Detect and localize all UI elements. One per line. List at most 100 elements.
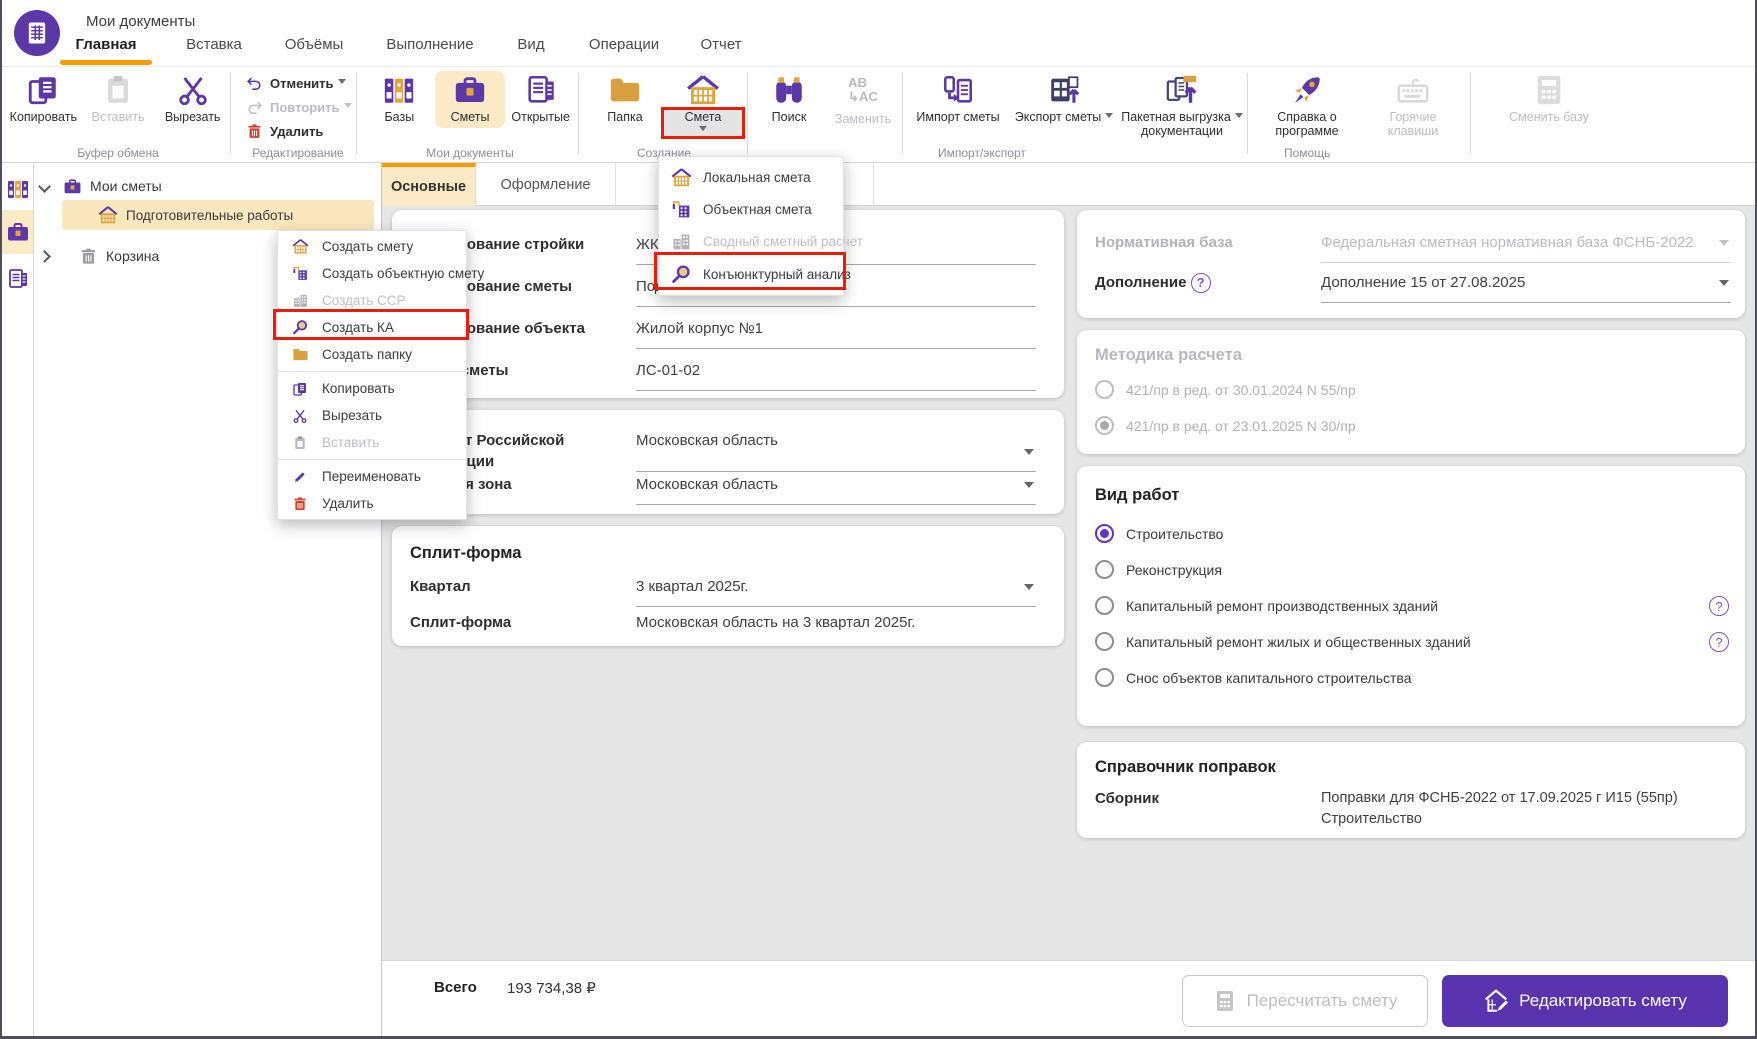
methodology-option-30pr[interactable]: 421/пр в ред. от 23.01.2025 N 30/пр xyxy=(1095,416,1705,435)
corrections-title: Справочник поправок xyxy=(1095,758,1276,776)
replace-label: Заменить xyxy=(834,112,892,126)
context-create-folder[interactable]: Создать папку xyxy=(278,341,466,368)
estimate-house-icon xyxy=(98,205,118,225)
export-estimate-button[interactable]: Экспорт сметы xyxy=(1008,71,1120,138)
tree-item-my-estimates[interactable]: Мои сметы xyxy=(38,173,162,199)
batch-caret-icon[interactable] xyxy=(1234,113,1243,122)
dropdown-caret-icon[interactable] xyxy=(1719,280,1729,291)
normative-base-select[interactable]: Федеральная сметная нормативная база ФСН… xyxy=(1321,232,1731,263)
context-delete[interactable]: Удалить xyxy=(278,490,466,517)
rail-bases-icon[interactable] xyxy=(6,177,30,201)
hotkeys-button[interactable]: Горячие клавиши xyxy=(1370,71,1456,138)
bases-button[interactable]: Базы xyxy=(364,71,435,128)
radio-icon[interactable] xyxy=(1095,560,1114,579)
magnifier-icon xyxy=(671,264,692,285)
paste-button[interactable]: Вставить xyxy=(82,71,154,124)
replace-button[interactable]: AB ↳AC Заменить xyxy=(827,71,899,127)
menu-object-estimate[interactable]: Объектная смета xyxy=(659,193,843,225)
radio-icon[interactable] xyxy=(1095,596,1114,615)
redo-button[interactable]: Повторить xyxy=(246,95,356,119)
menu-tab-vid[interactable]: Вид xyxy=(517,36,544,53)
work-type-demolition[interactable]: Снос объектов капитального строительства xyxy=(1095,668,1705,687)
estimates-button[interactable]: Сметы xyxy=(434,71,506,128)
trash-icon xyxy=(79,247,98,266)
delete-button[interactable]: Удалить xyxy=(246,119,356,143)
work-type-residential-repair[interactable]: Капитальный ремонт жилых и общественных … xyxy=(1095,632,1705,651)
methodology-option-55pr[interactable]: 421/пр в ред. от 30.01.2024 N 55/пр xyxy=(1095,380,1705,399)
context-create-ka[interactable]: Создать КА xyxy=(278,314,466,341)
batch-export-button[interactable]: Пакетная выгрузка документации xyxy=(1120,71,1244,138)
program-help-button[interactable]: Справка о программе xyxy=(1264,71,1350,138)
rail-opendocs-icon[interactable] xyxy=(6,267,30,291)
menu-tab-otchet[interactable]: Отчет xyxy=(700,36,741,53)
estimate-split-button[interactable]: Смета xyxy=(661,71,745,139)
change-base-button[interactable]: Сменить базу xyxy=(1506,71,1592,124)
menu-summary-calc[interactable]: Сводный сметный расчет xyxy=(659,225,863,257)
open-docs-button[interactable]: Открытые xyxy=(505,71,576,128)
price-zone-select[interactable]: Московская область xyxy=(636,474,1036,505)
toolbar-group-editing: Отменить Повторить Удалить Редактировани… xyxy=(240,67,356,163)
toolbar: Копировать Вставить Вырезать Буфер обмен… xyxy=(2,67,1755,163)
folder-button[interactable]: Папка xyxy=(589,71,661,135)
chevron-right-icon[interactable] xyxy=(38,249,51,263)
menu-tab-obyomy[interactable]: Объёмы xyxy=(285,36,344,53)
context-cut[interactable]: Вырезать xyxy=(278,402,466,429)
edit-estimate-button[interactable]: Редактировать смету xyxy=(1442,975,1728,1027)
supplement-select[interactable]: Дополнение 15 от 27.08.2025 xyxy=(1321,272,1731,303)
quarter-select[interactable]: 3 квартал 2025г. xyxy=(636,576,1036,607)
search-button[interactable]: Поиск xyxy=(753,71,825,126)
tree-item-label: Мои сметы xyxy=(90,178,162,194)
import-estimate-button[interactable]: Импорт сметы xyxy=(908,71,1008,138)
cipher-field[interactable]: ЛС-01-02 xyxy=(636,360,1036,391)
cut-button[interactable]: Вырезать xyxy=(157,71,229,124)
context-paste[interactable]: Вставить xyxy=(278,429,466,456)
menu-market-analysis[interactable]: Конъюнктурный анализ xyxy=(659,257,851,291)
toolbar-divider xyxy=(902,73,903,154)
context-copy[interactable]: Копировать xyxy=(278,375,466,402)
work-type-industrial-repair[interactable]: Капитальный ремонт производственных здан… xyxy=(1095,596,1705,615)
paste-icon xyxy=(292,435,308,451)
recalculate-button[interactable]: Пересчитать смету xyxy=(1182,975,1428,1027)
context-rename[interactable]: Переименовать xyxy=(278,463,466,490)
card-work-type: Вид работ Строительство Реконструкция Ка… xyxy=(1077,466,1745,726)
radio-selected-icon[interactable] xyxy=(1095,524,1114,543)
context-create-estimate[interactable]: Создать смету xyxy=(278,233,466,260)
work-type-construction[interactable]: Строительство xyxy=(1095,524,1705,543)
rail-estimates-icon[interactable] xyxy=(6,220,30,244)
radio-selected-icon[interactable] xyxy=(1095,416,1114,435)
context-create-ssr[interactable]: Создать ССР xyxy=(278,287,466,314)
tree-item-selected[interactable]: Подготовительные работы xyxy=(62,200,374,230)
tab-osnovnye[interactable]: Основные xyxy=(382,163,476,206)
estimate-caret-icon[interactable] xyxy=(699,126,707,135)
help-question-icon[interactable]: ? xyxy=(1709,632,1729,652)
menu-tab-vypolnenie[interactable]: Выполнение xyxy=(386,36,473,53)
dropdown-caret-icon[interactable] xyxy=(1024,449,1034,460)
dropdown-caret-icon[interactable] xyxy=(1024,482,1034,493)
help-question-icon[interactable]: ? xyxy=(1190,272,1211,293)
left-rail xyxy=(2,163,34,1036)
work-type-reconstruction[interactable]: Реконструкция xyxy=(1095,560,1705,579)
object-name-field[interactable]: Жилой корпус №1 xyxy=(636,318,1036,349)
undo-button[interactable]: Отменить xyxy=(246,71,356,95)
menu-tab-operacii[interactable]: Операции xyxy=(589,36,659,53)
menu-tab-vstavka[interactable]: Вставка xyxy=(186,36,242,53)
radio-icon[interactable] xyxy=(1095,380,1114,399)
menu-tab-glavnaya[interactable]: Главная xyxy=(75,36,136,53)
radio-icon[interactable] xyxy=(1095,668,1114,687)
pencil-icon xyxy=(292,469,308,485)
copy-label: Копировать xyxy=(9,110,77,124)
radio-icon[interactable] xyxy=(1095,632,1114,651)
undo-caret-icon[interactable] xyxy=(337,78,346,88)
menu-local-estimate[interactable]: Локальная смета xyxy=(659,161,843,193)
context-create-object-estimate[interactable]: Создать объектную смету xyxy=(278,260,484,287)
undo-label: Отменить xyxy=(270,75,334,91)
tree-item-trash[interactable]: Корзина xyxy=(38,243,159,269)
export-caret-icon[interactable] xyxy=(1105,113,1114,122)
dropdown-caret-icon[interactable] xyxy=(1024,584,1034,595)
search-label: Поиск xyxy=(771,110,807,124)
chevron-down-icon[interactable] xyxy=(38,179,51,193)
region-select[interactable]: Московская область xyxy=(636,430,1036,472)
tab-oformlenie[interactable]: Оформление xyxy=(476,163,616,206)
copy-button[interactable]: Копировать xyxy=(7,71,79,124)
help-question-icon[interactable]: ? xyxy=(1709,596,1729,616)
